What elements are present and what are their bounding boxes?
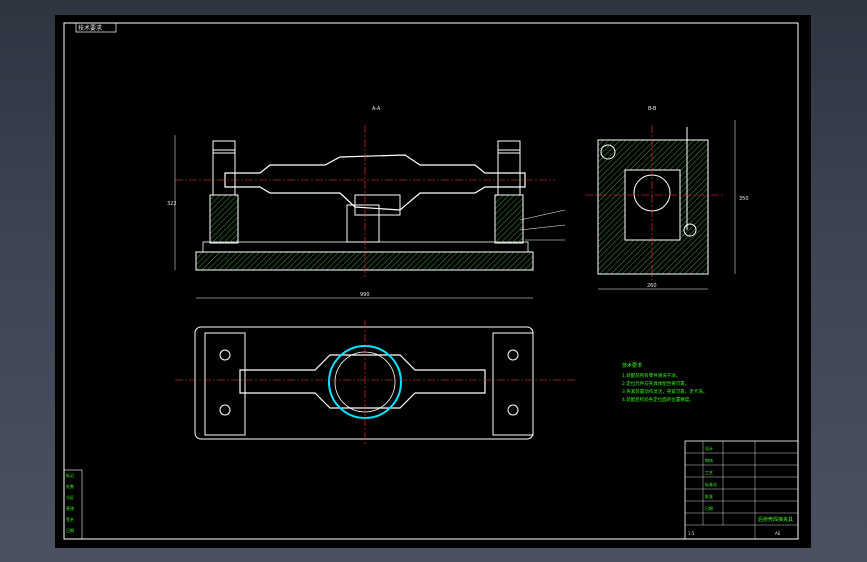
tech-requirements: 技术要求 1.装配前所有零件清洗干净。 2.定位元件与夹具体配合要可靠。 3.夹… xyxy=(622,362,707,403)
right-clamp-top xyxy=(497,140,521,154)
left-support xyxy=(209,194,239,244)
strip-4: 更改 xyxy=(66,505,74,511)
leader-1 xyxy=(519,209,566,221)
bolt-hole-3 xyxy=(507,349,519,361)
tech-title: 技术要求 xyxy=(622,362,642,369)
center-support xyxy=(346,204,380,243)
dim-front-width: 990 xyxy=(360,292,370,298)
outer-frame xyxy=(63,22,799,540)
corner-tag: 技术要求 xyxy=(78,24,102,32)
tb-scale: 1:5 xyxy=(688,531,695,536)
tech-note-3: 3.夹紧装置动作灵活，夹紧可靠，无卡滞。 xyxy=(622,388,707,395)
bolt-hole-4 xyxy=(507,404,519,416)
strip-2: 处数 xyxy=(66,483,74,489)
bolt-hole-1 xyxy=(219,349,231,361)
tb-sheet: A0 xyxy=(775,531,781,536)
right-support xyxy=(494,194,524,244)
base-top xyxy=(202,241,529,253)
base-plate xyxy=(195,251,534,271)
front-view: A-A 990 322 xyxy=(167,106,566,299)
view-label-top: A-A xyxy=(372,106,381,112)
bolt-hole-2 xyxy=(219,404,231,416)
cad-drawing-canvas[interactable]: 技术要求 A-A 990 322 B-B 260 350 技术要求 1.装配前所… xyxy=(55,15,811,548)
tb-row-2: 审核 xyxy=(705,457,713,463)
top-right-block xyxy=(492,332,534,436)
side-view: B-B 260 350 xyxy=(585,106,749,290)
tech-note-2: 2.定位元件与夹具体配合要可靠。 xyxy=(622,380,689,387)
axle-housing-front xyxy=(224,154,526,211)
top-left-block xyxy=(204,332,246,436)
left-clamp-top xyxy=(212,140,236,154)
top-base-outline xyxy=(194,326,534,440)
strip-6: 日期 xyxy=(66,527,74,533)
tb-row-6: 日期 xyxy=(705,505,713,511)
side-revision-strip: 标记 处数 分区 更改 签名 日期 xyxy=(63,469,83,540)
strip-1: 标记 xyxy=(66,472,74,478)
tb-row-3: 工艺 xyxy=(705,470,713,475)
top-view xyxy=(175,320,575,445)
tb-row-1: 设计 xyxy=(705,445,713,451)
dim-side-height: 350 xyxy=(739,196,749,202)
tb-drawing-name: 后桥壳焊接夹具 xyxy=(758,516,793,523)
tech-note-1: 1.装配前所有零件清洗干净。 xyxy=(622,372,680,379)
leader-2 xyxy=(519,224,566,231)
strip-5: 签名 xyxy=(66,516,74,522)
dim-side-width: 260 xyxy=(647,283,657,289)
drawing-svg: 技术要求 A-A 990 322 B-B 260 350 技术要求 1.装配前所… xyxy=(63,22,799,540)
view-label-side: B-B xyxy=(648,106,657,112)
tb-row-5: 批准 xyxy=(705,493,713,499)
tb-row-4: 标准化 xyxy=(705,481,717,487)
axle-housing-top xyxy=(239,354,486,409)
dim-front-height: 322 xyxy=(167,201,177,207)
strip-3: 分区 xyxy=(66,494,74,500)
tech-note-4: 4.装配后检验各定位面的位置精度。 xyxy=(622,396,694,403)
title-block: 设计 审核 工艺 标准化 批准 日期 后桥壳焊接夹具 1:5 A0 xyxy=(684,440,799,540)
